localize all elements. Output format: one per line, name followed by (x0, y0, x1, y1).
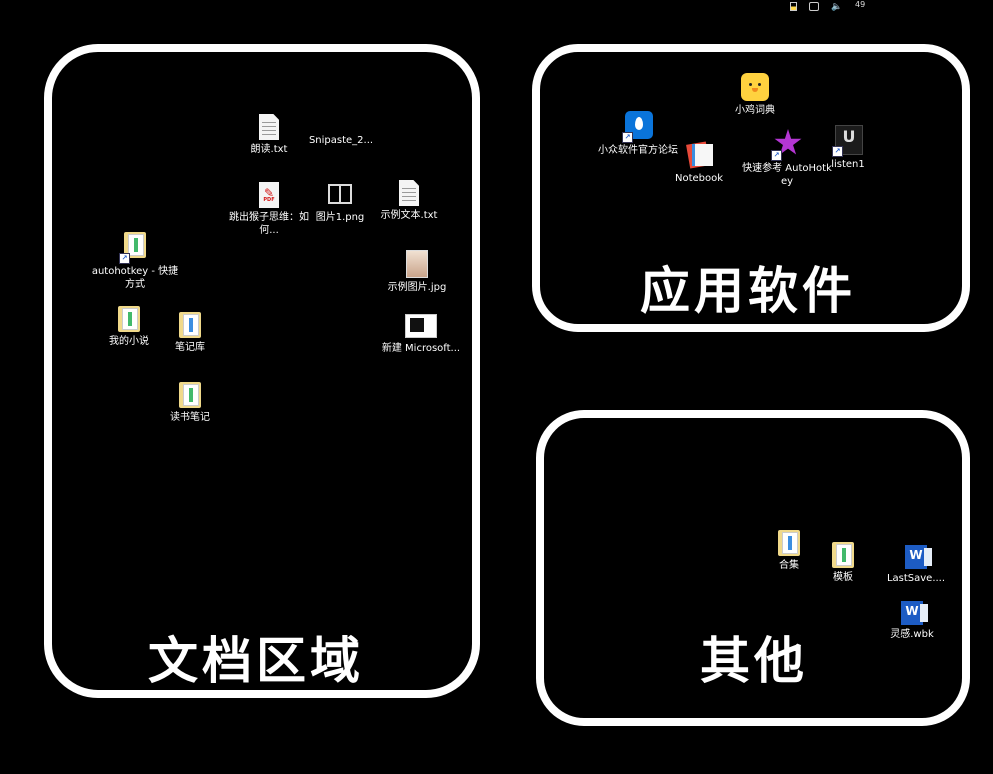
jpg-icon (406, 250, 428, 278)
folder-icon (832, 542, 854, 568)
shortcut-arrow-icon: ↗ (119, 253, 130, 264)
system-tray: 🔈 49 (790, 0, 865, 12)
icon-label: 示例文本.txt (380, 210, 438, 221)
desktop-icon-listen1[interactable]: U ↗ listen1 (803, 124, 893, 171)
icon-label: 新建 Microsoft... (381, 343, 461, 354)
battery-icon[interactable] (790, 1, 797, 11)
folder-icon (179, 312, 201, 338)
notification-icon[interactable] (809, 1, 819, 11)
chick-icon (741, 73, 769, 101)
desktop-icon-xiaojicidian[interactable]: 小鸡词典 (710, 72, 800, 117)
desktop-icon-notebook[interactable]: Notebook (654, 140, 744, 185)
folder-icon (179, 382, 201, 408)
new-doc-icon (405, 314, 437, 338)
shortcut-arrow-icon: ↗ (771, 150, 782, 161)
other-zone-title: 其他 (700, 632, 808, 690)
docs-zone-title: 文档区域 (148, 632, 364, 690)
icon-label: LastSave.... (886, 573, 946, 584)
icon-label: 示例图片.jpg (387, 282, 447, 293)
desktop-icon-xinjian[interactable]: 新建 Microsoft... (376, 310, 466, 355)
text-file-icon (399, 180, 419, 206)
desktop-icon-shili-jpg[interactable]: 示例图片.jpg (372, 248, 462, 294)
pdf-icon: ✎ PDF (259, 182, 279, 208)
icon-label: 读书笔记 (170, 412, 210, 423)
word-icon: W (905, 545, 932, 569)
icon-label: Snipaste_2... (308, 135, 374, 146)
word-icon: W (901, 601, 928, 625)
notebook-icon (686, 141, 713, 169)
apps-zone-title: 应用软件 (640, 262, 856, 320)
icon-label: autohotkey - 快捷方式 (91, 266, 179, 290)
desktop-icon-bijiku[interactable]: 笔记库 (145, 310, 235, 354)
icon-label: Notebook (674, 173, 724, 184)
icon-label: 小鸡词典 (735, 105, 775, 116)
folder-icon (118, 306, 140, 332)
desktop-icon-snipaste[interactable]: Snipaste_2... (296, 134, 386, 147)
icon-label: 笔记库 (175, 342, 205, 353)
desktop-icon-autohotkey-shortcut[interactable]: ↗ autohotkey - 快捷方式 (90, 230, 180, 291)
clock[interactable]: 49 (855, 1, 865, 9)
png-icon (328, 184, 352, 204)
desktop-icon-shili-txt[interactable]: 示例文本.txt (364, 178, 454, 222)
shortcut-arrow-icon: ↗ (622, 132, 633, 143)
shortcut-arrow-icon: ↗ (832, 146, 843, 157)
folder-icon (778, 530, 800, 556)
desktop-icon-lastsave[interactable]: W LastSave.... (871, 542, 961, 585)
text-file-icon (259, 114, 279, 140)
desktop-icon-linggan[interactable]: W 灵感.wbk (867, 598, 957, 641)
icon-label: listen1 (831, 159, 865, 170)
speaker-icon[interactable]: 🔈 (831, 2, 843, 12)
desktop-icon-dushubiji[interactable]: 读书笔记 (145, 380, 235, 424)
icon-label: 灵感.wbk (890, 629, 934, 640)
